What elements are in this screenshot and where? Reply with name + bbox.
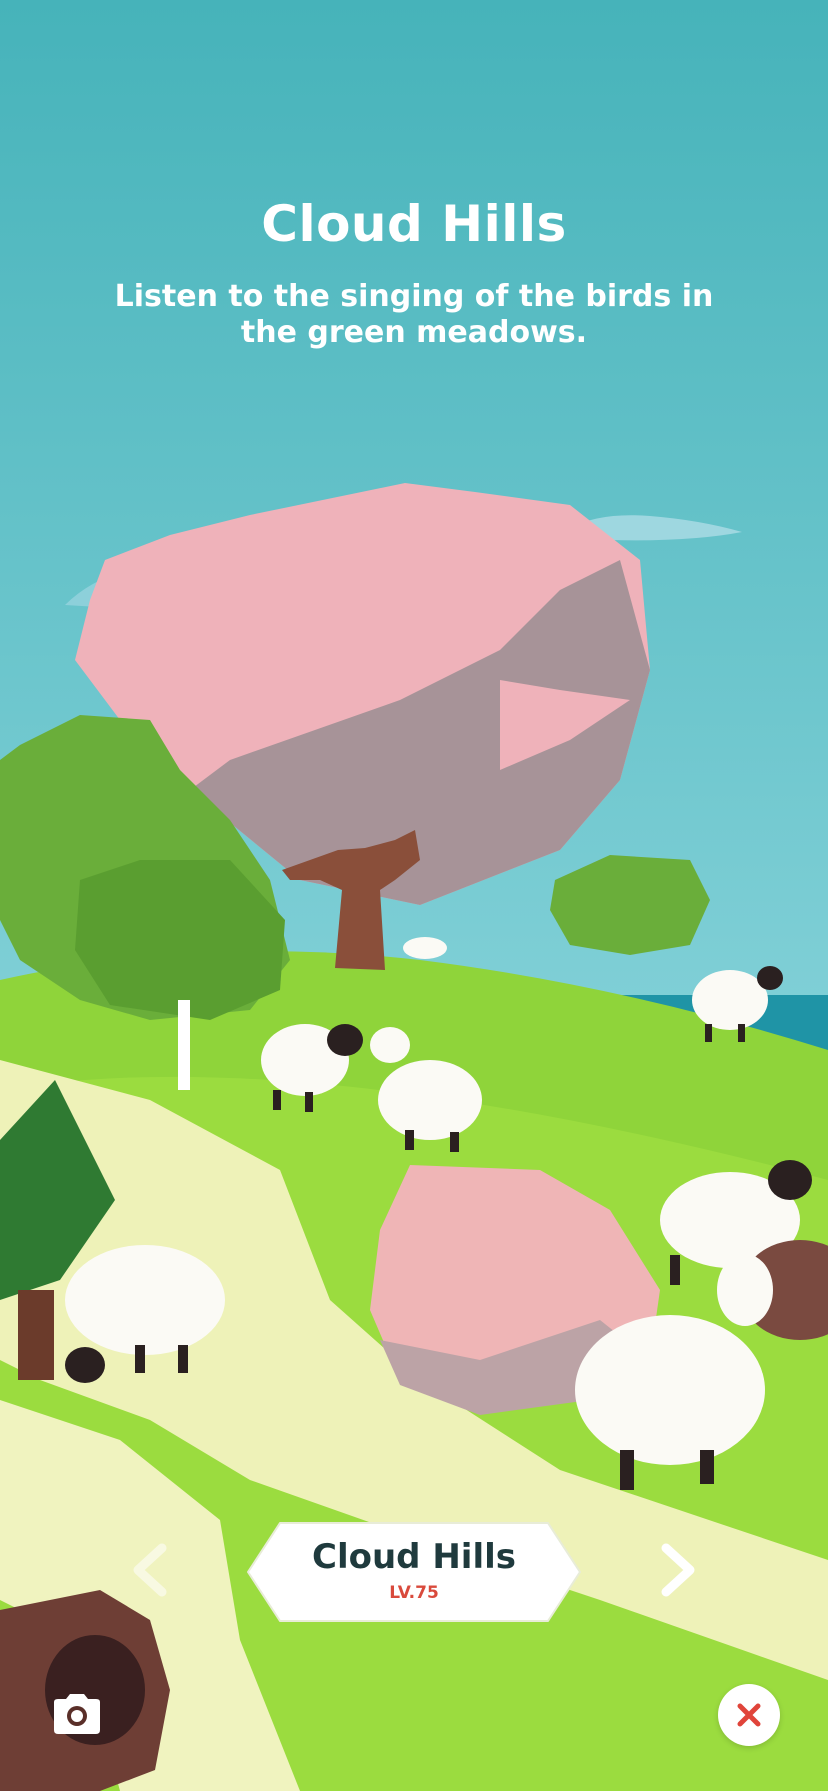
level-number: LV.75 (389, 1583, 439, 1603)
close-button[interactable] (718, 1684, 780, 1746)
level-name: Cloud Hills (312, 1537, 516, 1577)
page-title: Cloud Hills (261, 195, 567, 253)
small-sheep (403, 937, 447, 959)
birch-trunk (178, 1000, 190, 1090)
brown-sheep (0, 1590, 170, 1791)
chevron-left-icon (133, 1543, 167, 1597)
camera-button[interactable] (50, 1692, 104, 1736)
chevron-right-icon (661, 1543, 695, 1597)
close-icon (737, 1703, 761, 1727)
level-selector-card[interactable]: Cloud Hills LV.75 (246, 1521, 582, 1623)
header: Cloud Hills Listen to the singing of the… (0, 195, 828, 351)
prev-level-button[interactable] (122, 1540, 182, 1600)
pine-trunk (18, 1290, 54, 1380)
camera-icon (54, 1694, 100, 1734)
page-subtitle: Listen to the singing of the birds in th… (114, 279, 714, 350)
next-level-button[interactable] (646, 1540, 706, 1600)
